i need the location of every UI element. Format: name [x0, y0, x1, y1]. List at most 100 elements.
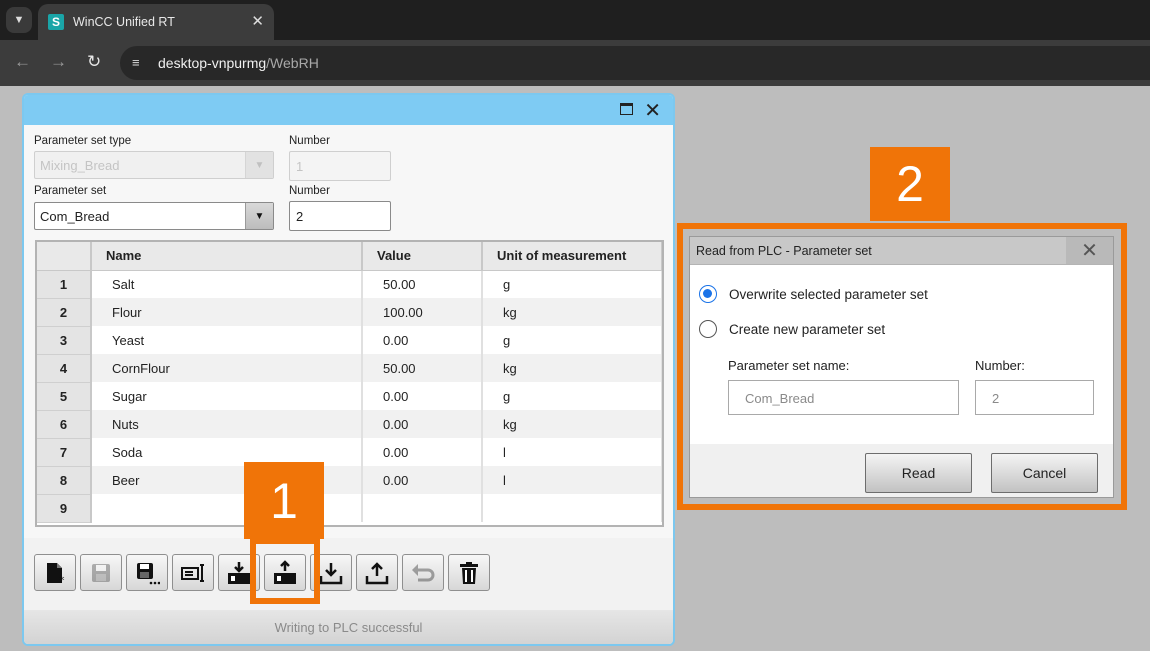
- import-icon: [319, 562, 343, 584]
- column-header-name[interactable]: Name: [91, 242, 363, 271]
- close-icon[interactable]: ✕: [644, 98, 661, 123]
- cell-name[interactable]: Sugar: [91, 382, 363, 410]
- cell-unit[interactable]: kg: [482, 354, 662, 382]
- new-icon: *: [47, 562, 65, 586]
- browser-tab-strip: ▼ S WinCC Unified RT ✕: [0, 0, 1150, 40]
- cell-value[interactable]: 50.00: [362, 270, 483, 298]
- row-number: 6: [37, 410, 92, 439]
- cell-unit[interactable]: kg: [482, 410, 662, 438]
- cell-value[interactable]: 100.00: [362, 298, 483, 326]
- parameter-set-number-field[interactable]: 2: [289, 201, 391, 231]
- delete-icon: [460, 561, 478, 584]
- cell-value[interactable]: 0.00: [362, 326, 483, 354]
- browser-tab[interactable]: S WinCC Unified RT ✕: [38, 4, 274, 40]
- cell-name[interactable]: Salt: [91, 270, 363, 298]
- cell-name[interactable]: Yeast: [91, 326, 363, 354]
- dialog-title: Read from PLC - Parameter set: [696, 244, 872, 258]
- number-label: Number: [289, 135, 330, 147]
- chevron-down-icon: ▼: [245, 152, 273, 178]
- table-header-row: Name Value Unit of measurement: [37, 242, 662, 271]
- cell-name[interactable]: Nuts: [91, 410, 363, 438]
- number-label: Number: [289, 185, 330, 197]
- read-from-plc-dialog: Read from PLC - Parameter set ✕ Overwrit…: [689, 236, 1114, 498]
- cell-name[interactable]: CornFlour: [91, 354, 363, 382]
- save-as-icon: [137, 562, 160, 584]
- undo-button[interactable]: [402, 554, 444, 591]
- table-row[interactable]: 3 Yeast 0.00 g: [37, 326, 662, 355]
- cell-unit[interactable]: g: [482, 270, 662, 298]
- table-row[interactable]: 4 CornFlour 50.00 kg: [37, 354, 662, 383]
- cell-unit[interactable]: l: [482, 466, 662, 494]
- reload-icon[interactable]: ↻: [87, 52, 101, 72]
- url-field[interactable]: ≡ desktop-vnpurmg/WebRH: [120, 46, 1150, 80]
- parameter-set-type-combo[interactable]: Mixing_Bread ▼: [34, 151, 274, 179]
- cell-value[interactable]: 0.00: [362, 382, 483, 410]
- table-row[interactable]: 6 Nuts 0.00 kg: [37, 410, 662, 439]
- cell-value[interactable]: 0.00: [362, 438, 483, 466]
- table-row[interactable]: 8 Beer 0.00 l: [37, 466, 662, 495]
- save-icon: [92, 563, 110, 582]
- delete-button[interactable]: [448, 554, 490, 591]
- row-number: 7: [37, 438, 92, 467]
- column-header-unit[interactable]: Unit of measurement: [482, 242, 662, 271]
- cell-unit[interactable]: l: [482, 438, 662, 466]
- table-row[interactable]: 1 Salt 50.00 g: [37, 270, 662, 299]
- radio-unchecked-icon[interactable]: [699, 320, 717, 338]
- recipe-view-window: ✕ Parameter set type Mixing_Bread ▼ Numb…: [22, 93, 675, 646]
- cell-unit[interactable]: g: [482, 326, 662, 354]
- cell-unit[interactable]: g: [482, 382, 662, 410]
- export-icon: [365, 561, 389, 584]
- table-row[interactable]: 7 Soda 0.00 l: [37, 438, 662, 467]
- read-button[interactable]: Read: [865, 453, 972, 493]
- cell-unit[interactable]: [482, 494, 662, 522]
- number-field[interactable]: 2: [975, 380, 1094, 415]
- rename-icon: [181, 563, 204, 582]
- site-settings-icon[interactable]: ≡: [132, 55, 148, 71]
- row-number-header: [37, 242, 92, 271]
- parameter-table: Name Value Unit of measurement 1 Salt 50.0…: [35, 240, 664, 527]
- radio-checked-icon[interactable]: [699, 285, 717, 303]
- save-button[interactable]: [80, 554, 122, 591]
- cell-value[interactable]: [362, 494, 483, 522]
- table-row[interactable]: 2 Flour 100.00 kg: [37, 298, 662, 327]
- table-row[interactable]: 5 Sugar 0.00 g: [37, 382, 662, 411]
- row-number: 9: [37, 494, 92, 523]
- export-button[interactable]: [356, 554, 398, 591]
- new-parameter-set-button[interactable]: *: [34, 554, 76, 591]
- cancel-button[interactable]: Cancel: [991, 453, 1098, 493]
- tab-close-icon[interactable]: ✕: [251, 12, 264, 30]
- forward-icon[interactable]: →: [50, 52, 67, 72]
- cell-value[interactable]: 0.00: [362, 410, 483, 438]
- save-as-button[interactable]: [126, 554, 168, 591]
- overwrite-option[interactable]: Overwrite selected parameter set: [699, 285, 928, 303]
- cell-name[interactable]: Flour: [91, 298, 363, 326]
- parameter-set-name-field[interactable]: Com_Bread: [728, 380, 959, 415]
- tab-search-chevron-icon[interactable]: ▼: [6, 7, 32, 33]
- recipe-header: Parameter set type Mixing_Bread ▼ Number…: [24, 125, 673, 538]
- dialog-close-icon[interactable]: ✕: [1066, 237, 1113, 264]
- rename-button[interactable]: [172, 554, 214, 591]
- create-new-option-label: Create new parameter set: [729, 321, 886, 337]
- svg-text:*: *: [59, 574, 65, 586]
- parameter-set-name-label: Parameter set name:: [728, 358, 850, 373]
- cell-value[interactable]: 50.00: [362, 354, 483, 382]
- column-header-value[interactable]: Value: [362, 242, 483, 271]
- maximize-icon[interactable]: [620, 103, 633, 115]
- tab-title: WinCC Unified RT: [73, 15, 175, 29]
- parameter-set-label: Parameter set: [34, 185, 107, 197]
- table-row[interactable]: 9: [37, 494, 662, 523]
- row-number: 3: [37, 326, 92, 355]
- annotation-badge-1: 1: [244, 462, 324, 539]
- row-number: 2: [37, 298, 92, 327]
- back-icon[interactable]: ←: [14, 52, 31, 72]
- row-number: 4: [37, 354, 92, 383]
- cell-value[interactable]: 0.00: [362, 466, 483, 494]
- create-new-option[interactable]: Create new parameter set: [699, 320, 885, 338]
- dialog-title-bar: Read from PLC - Parameter set ✕: [690, 237, 1113, 265]
- row-number: 8: [37, 466, 92, 495]
- parameter-set-type-number-field[interactable]: 1: [289, 151, 391, 181]
- parameter-set-combo[interactable]: Com_Bread ▼: [34, 202, 274, 230]
- url-text: desktop-vnpurmg/WebRH: [158, 55, 319, 71]
- overwrite-option-label: Overwrite selected parameter set: [729, 286, 928, 302]
- cell-unit[interactable]: kg: [482, 298, 662, 326]
